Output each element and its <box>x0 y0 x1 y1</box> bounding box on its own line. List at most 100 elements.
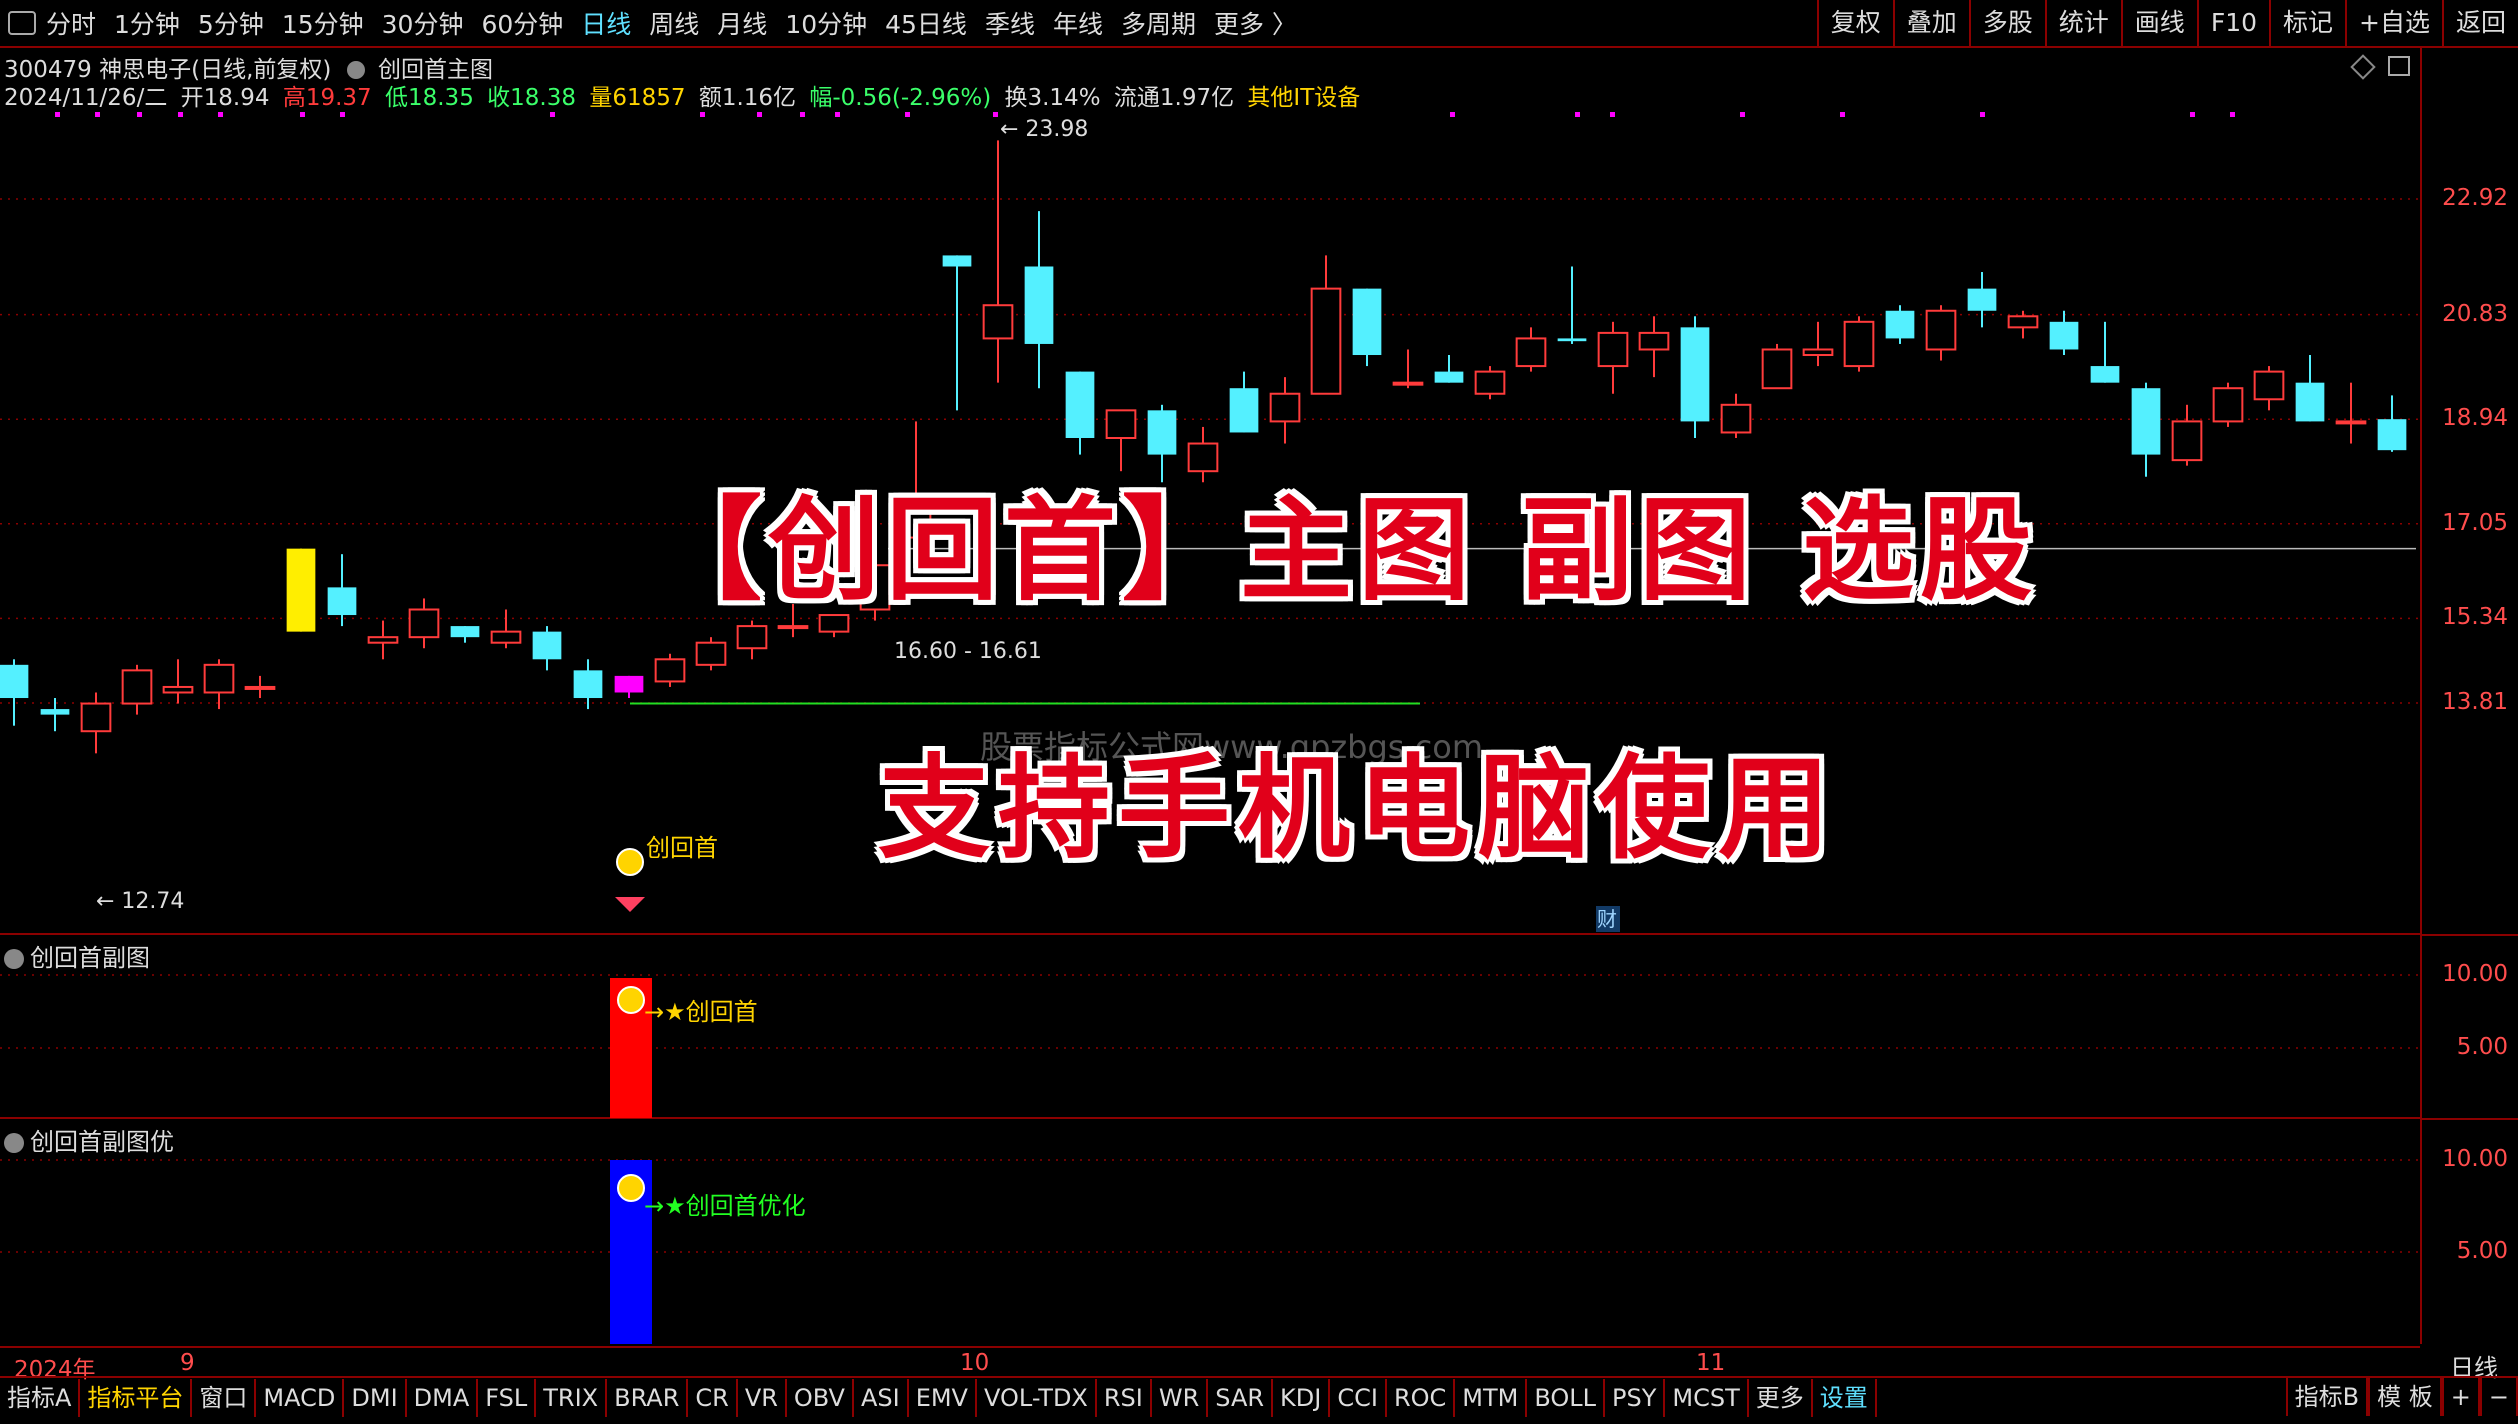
menu-icon[interactable] <box>8 11 36 35</box>
candle-body-52 <box>2131 388 2161 455</box>
date-month-10: 10 <box>960 1350 990 1376</box>
indicator-tab-7[interactable]: TRIX <box>536 1379 608 1417</box>
price-tick-0: 22.92 <box>2442 185 2508 211</box>
period-tab-14[interactable]: 更多 〉 <box>1214 5 1297 41</box>
money-bag-icon <box>617 986 645 1014</box>
price-tick-4: 15.34 <box>2442 604 2508 631</box>
indicator-tab-21[interactable]: MTM <box>1455 1379 1528 1417</box>
indicator-tab-4[interactable]: DMI <box>344 1379 407 1417</box>
toolbar-button-8[interactable]: 返回 <box>2441 0 2518 46</box>
candle-body-54 <box>2212 387 2244 423</box>
candle-body-42 <box>1720 403 1752 434</box>
indicator-tabs: 指标A 指标平台 窗口 MACD DMI DMA FSL TRIX BRAR CR VR OBV ASI… <box>0 1379 1877 1417</box>
indicator-tab-right-2[interactable]: + <box>2441 1378 2480 1416</box>
period-tab-8[interactable]: 月线 <box>717 5 767 41</box>
period-tab-2[interactable]: 5分钟 <box>198 5 264 41</box>
indicator-tab-18[interactable]: KDJ <box>1273 1379 1331 1417</box>
indicator-tab-right-1[interactable]: 模 板 <box>2368 1378 2442 1416</box>
chevron-down-icon[interactable] <box>4 1133 24 1153</box>
candle-body-24 <box>982 304 1014 340</box>
candle-body-26 <box>1065 371 1095 438</box>
indicator-tab-9[interactable]: CR <box>688 1379 738 1417</box>
candle-body-58 <box>2377 419 2407 451</box>
chevron-down-icon[interactable] <box>4 949 24 969</box>
period-tab-12[interactable]: 年线 <box>1053 5 1103 41</box>
signal-dot-16 <box>1610 112 1615 117</box>
indicator-tab-13[interactable]: EMV <box>909 1379 977 1417</box>
candle-body-23 <box>942 255 972 267</box>
period-tab-9[interactable]: 10分钟 <box>785 5 867 41</box>
period-tab-4[interactable]: 30分钟 <box>382 5 464 41</box>
toolbar-button-3[interactable]: 统计 <box>2044 0 2121 46</box>
period-tab-6[interactable]: 日线 <box>581 5 631 41</box>
toolbar-button-6[interactable]: 标记 <box>2269 0 2345 46</box>
candlestick-chart[interactable]: ← 23.98 ← 12.74 16.60 - 16.61 创回首财 →★创回首 →★创回… <box>0 48 2420 1346</box>
axis-divider <box>2422 1118 2518 1120</box>
candle-body-9 <box>367 636 399 644</box>
signal-dot-1 <box>95 112 100 117</box>
indicator-tab-right-0[interactable]: 指标B <box>2285 1378 2369 1416</box>
money-bag-icon <box>617 1174 645 1202</box>
candle-body-43 <box>1761 348 1793 390</box>
high-label: ← 23.98 <box>1000 117 1088 142</box>
indicator-tab-10[interactable]: VR <box>738 1379 787 1417</box>
candle-body-53 <box>2171 420 2203 462</box>
period-tab-5[interactable]: 60分钟 <box>481 5 563 41</box>
indicator-tab-19[interactable]: CCI <box>1330 1379 1387 1417</box>
indicator-tab-20[interactable]: ROC <box>1387 1379 1456 1417</box>
indicator-tab-12[interactable]: ASI <box>854 1379 909 1417</box>
period-tab-13[interactable]: 多周期 <box>1121 5 1196 41</box>
subchart1-signal: →★创回首 <box>644 998 758 1026</box>
toolbar-button-2[interactable]: 多股 <box>1968 0 2045 46</box>
candle-body-5 <box>203 663 235 694</box>
axis-divider <box>2422 934 2518 936</box>
signal-dot-21 <box>2230 112 2235 117</box>
period-tab-11[interactable]: 季线 <box>985 5 1035 41</box>
subchart2-title[interactable]: 创回首副图优 <box>4 1122 174 1157</box>
candle-body-6 <box>244 685 276 690</box>
period-tab-1[interactable]: 1分钟 <box>114 5 180 41</box>
toolbar-button-7[interactable]: +自选 <box>2345 0 2442 46</box>
indicator-tab-24[interactable]: MCST <box>1665 1379 1749 1417</box>
sub-tick-3: 5.00 <box>2456 1238 2508 1264</box>
indicator-tab-26[interactable]: 设置 <box>1813 1379 1877 1417</box>
signal-dot-7 <box>550 112 555 117</box>
period-tab-7[interactable]: 周线 <box>649 5 699 41</box>
candle-body-33 <box>1352 288 1382 356</box>
toolbar-button-0[interactable]: 复权 <box>1816 0 1893 46</box>
candle-body-40 <box>1638 331 1670 351</box>
toolbar-button-4[interactable]: 画线 <box>2120 0 2197 46</box>
indicator-tab-1[interactable]: 指标平台 <box>80 1379 193 1417</box>
candle-body-50 <box>2049 321 2079 350</box>
subchart2-signal: →★创回首优化 <box>644 1192 806 1220</box>
indicator-tab-14[interactable]: VOL-TDX <box>977 1379 1097 1417</box>
period-tab-10[interactable]: 45日线 <box>885 5 967 41</box>
indicator-tab-right-3[interactable]: − <box>2479 1378 2518 1416</box>
indicator-tab-15[interactable]: RSI <box>1097 1379 1152 1417</box>
candle-body-28 <box>1147 410 1177 455</box>
indicator-tab-25[interactable]: 更多 <box>1749 1379 1813 1417</box>
sub-tick-2: 10.00 <box>2442 1146 2508 1172</box>
subchart1-title[interactable]: 创回首副图 <box>4 938 150 973</box>
candle-body-16 <box>654 658 686 683</box>
period-tab-0[interactable]: 分时 <box>46 5 96 41</box>
signal-dot-18 <box>1840 112 1845 117</box>
indicator-tab-23[interactable]: PSY <box>1605 1379 1666 1417</box>
indicator-tab-11[interactable]: OBV <box>787 1379 854 1417</box>
period-toolbar: 分时 1分钟 5分钟 15分钟 30分钟 60分钟 日线 周线 月线 10分钟 45日线 季线 年线 多周… <box>0 0 2518 48</box>
indicator-tab-22[interactable]: BOLL <box>1527 1379 1606 1417</box>
indicator-tab-16[interactable]: WR <box>1152 1379 1209 1417</box>
indicator-tab-3[interactable]: MACD <box>256 1379 345 1417</box>
indicator-tab-6[interactable]: FSL <box>478 1379 537 1417</box>
indicator-tab-0[interactable]: 指标A <box>0 1379 81 1417</box>
indicator-tab-17[interactable]: SAR <box>1208 1379 1274 1417</box>
money-bag-icon <box>616 848 644 876</box>
indicator-tab-2[interactable]: 窗口 <box>192 1379 257 1417</box>
toolbar-button-5[interactable]: F10 <box>2196 0 2269 46</box>
toolbar-button-1[interactable]: 叠加 <box>1892 0 1969 46</box>
period-tab-3[interactable]: 15分钟 <box>282 5 364 41</box>
indicator-tab-8[interactable]: BRAR <box>607 1379 689 1417</box>
candle-body-14 <box>573 670 603 699</box>
candle-body-49 <box>2007 315 2039 329</box>
indicator-tab-5[interactable]: DMA <box>407 1379 479 1417</box>
